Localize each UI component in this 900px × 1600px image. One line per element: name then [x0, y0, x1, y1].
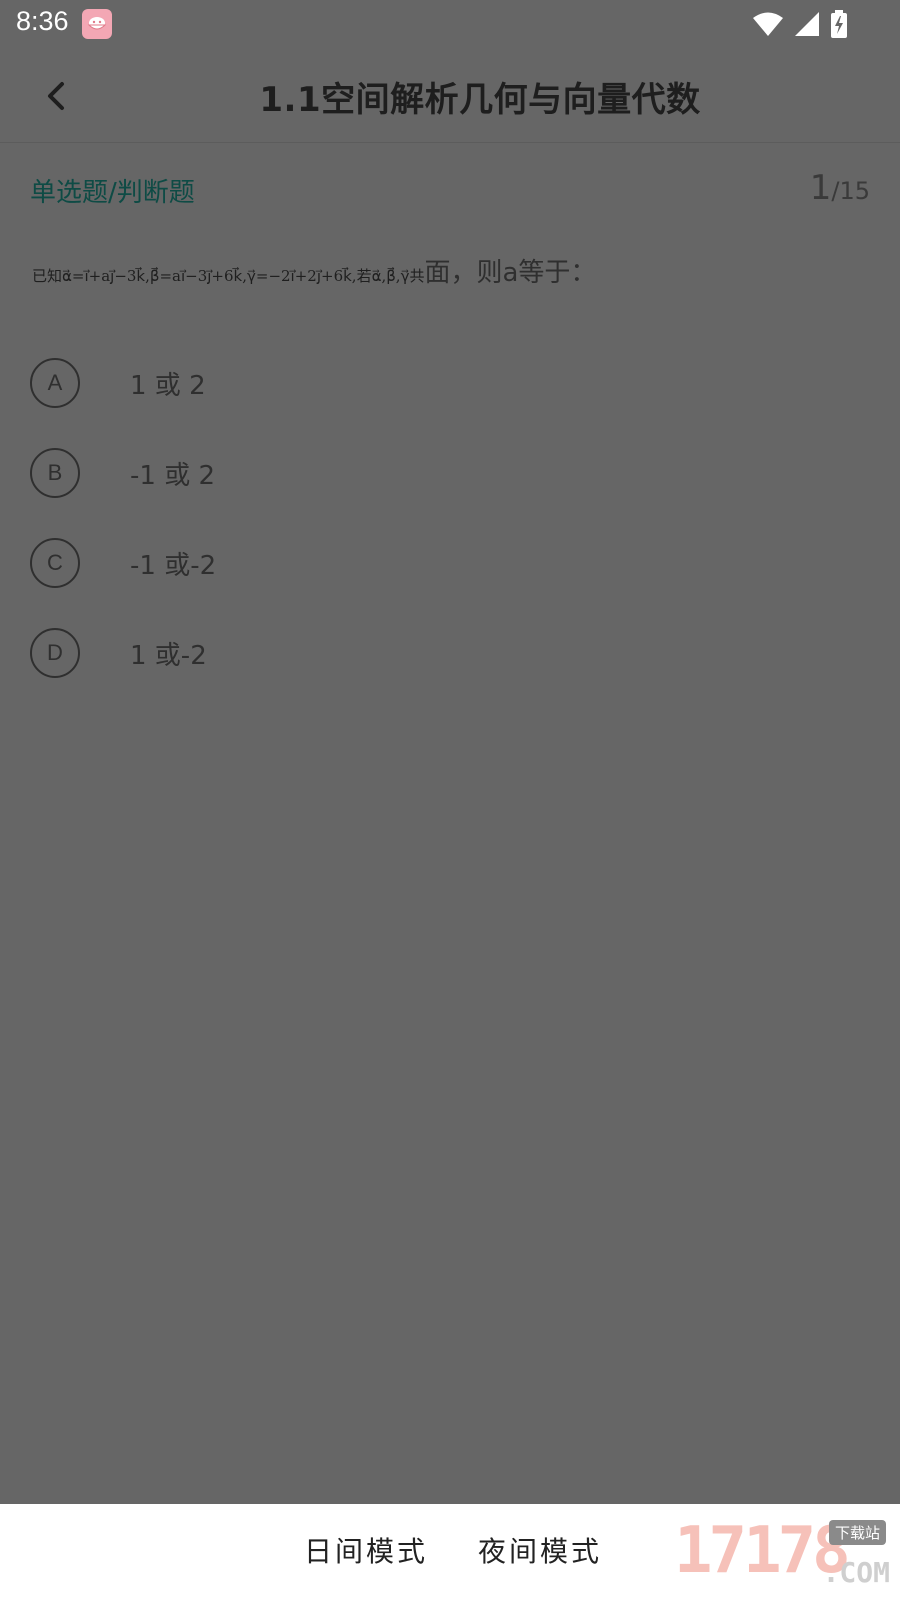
- bottom-mode-bar: 日间模式 夜间模式 17178 下载站 .COM: [0, 1504, 900, 1600]
- option-b[interactable]: B -1 或 2: [30, 428, 870, 518]
- option-d[interactable]: D 1 或-2: [30, 608, 870, 698]
- formula-condition: 若α⃗,β⃗,γ⃗共: [356, 267, 425, 285]
- option-text: -1 或 2: [130, 460, 215, 491]
- option-c[interactable]: C -1 或-2: [30, 518, 870, 608]
- status-icons: [752, 10, 848, 42]
- watermark-tag: 下载站: [828, 1520, 886, 1545]
- option-letter: D: [30, 628, 80, 678]
- day-mode-button[interactable]: 日间模式: [304, 1530, 428, 1570]
- cellular-signal-icon: [794, 11, 820, 41]
- option-text: -1 或-2: [130, 550, 217, 581]
- option-letter: B: [30, 448, 80, 498]
- question-formula: 已知α⃗=i⃗+aj⃗−3k⃗,β⃗=ai⃗−3j⃗+6k⃗,γ⃗=−2i⃗+2…: [32, 267, 424, 285]
- option-text: 1 或 2: [130, 370, 206, 401]
- question-type-label: 单选题/判断题: [30, 178, 195, 208]
- wifi-icon: [752, 11, 784, 41]
- answer-options: A 1 或 2 B -1 或 2 C -1 或-2 D 1 或-2: [30, 338, 870, 698]
- page-title: 1.1空间解析几何与向量代数: [259, 80, 701, 120]
- formula-beta: β⃗=ai⃗−3j⃗+6k⃗,: [149, 267, 247, 285]
- formula-alpha: α⃗=i⃗+aj⃗−3k⃗,: [62, 267, 150, 285]
- status-time: 8:36: [16, 6, 69, 36]
- question-counter: 1/15: [810, 168, 870, 208]
- battery-charging-icon: [830, 10, 848, 42]
- rice-bowl-icon: [82, 9, 112, 39]
- night-mode-button[interactable]: 夜间模式: [478, 1530, 602, 1570]
- toolbar: 1.1空间解析几何与向量代数: [0, 50, 900, 143]
- current-question-number: 1: [809, 168, 832, 208]
- watermark-com: .COM: [822, 1556, 890, 1589]
- watermark-digits: 17178: [674, 1514, 851, 1588]
- formula-prefix: 已知: [32, 267, 63, 285]
- option-text: 1 或-2: [130, 640, 207, 671]
- formula-gamma: γ⃗=−2i⃗+2j⃗+6k⃗,: [247, 267, 357, 285]
- option-letter: C: [30, 538, 80, 588]
- question-suffix: 面，则a等于：: [424, 258, 597, 288]
- total-question-count: /15: [831, 177, 870, 205]
- option-a[interactable]: A 1 或 2: [30, 338, 870, 428]
- status-bar: 8:36: [0, 0, 900, 50]
- option-letter: A: [30, 358, 80, 408]
- site-watermark: 17178 下载站 .COM: [674, 1514, 894, 1598]
- question-text: 已知α⃗=i⃗+aj⃗−3k⃗,β⃗=ai⃗−3j⃗+6k⃗,γ⃗=−2i⃗+2…: [32, 252, 872, 289]
